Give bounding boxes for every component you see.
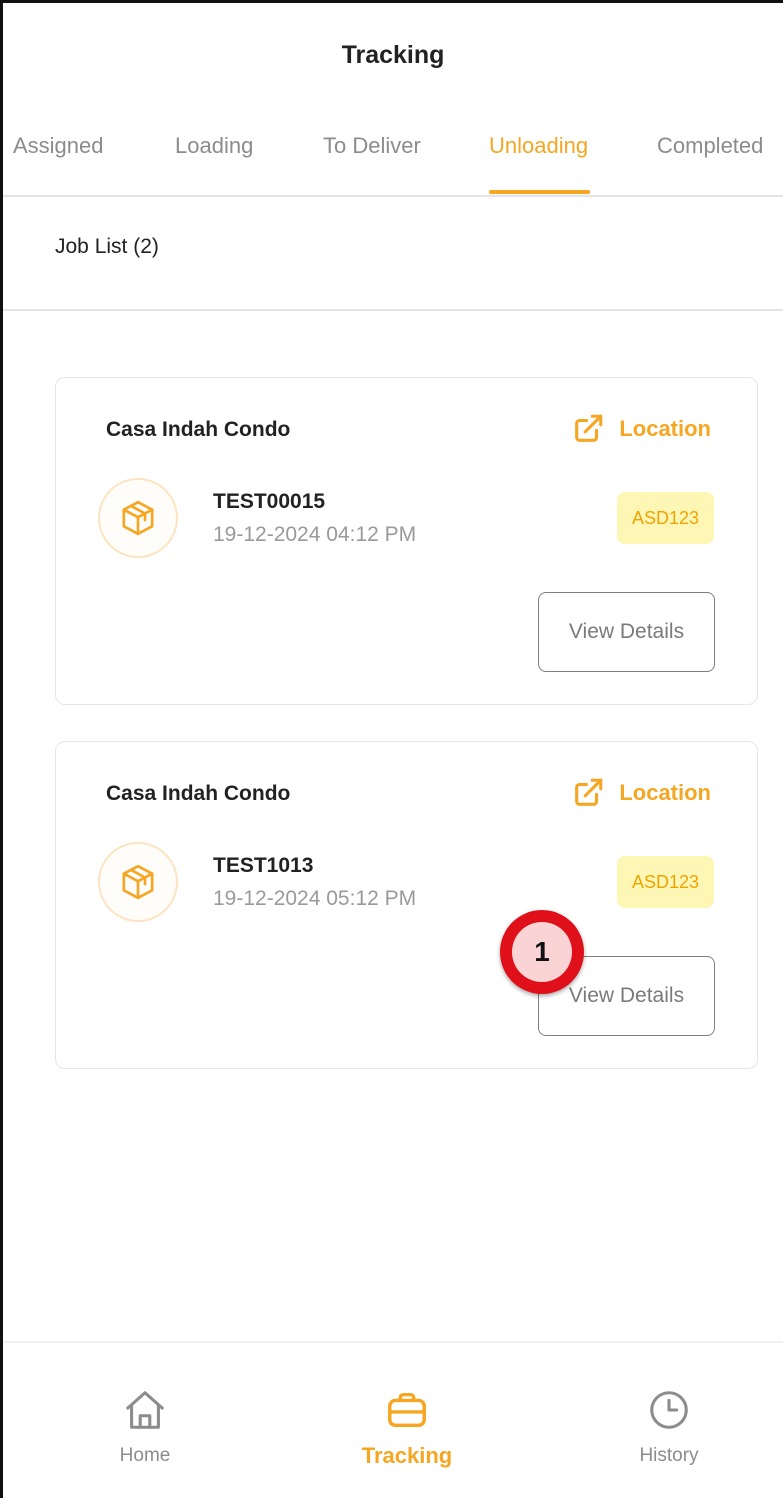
job-place-name: Casa Indah Condo (106, 418, 291, 441)
job-list-title: Job List (2) (55, 235, 159, 258)
job-place-name: Casa Indah Condo (106, 782, 291, 805)
tab-completed[interactable]: Completed (657, 133, 763, 159)
job-list-header: Job List (2) (3, 197, 783, 311)
tab-to-deliver[interactable]: To Deliver (323, 133, 421, 159)
step-callout: 1 (500, 910, 584, 994)
external-link-icon (575, 414, 603, 442)
nav-history[interactable]: History (599, 1387, 739, 1467)
view-details-button[interactable]: View Details (538, 592, 715, 672)
step-number: 1 (512, 922, 572, 982)
nav-label-history: History (639, 1445, 699, 1466)
nav-label-home: Home (119, 1445, 171, 1466)
nav-home[interactable]: Home (75, 1387, 215, 1467)
tab-assigned[interactable]: Assigned (13, 133, 104, 159)
vehicle-plate-badge: ASD123 (617, 856, 714, 908)
location-label: Location (619, 780, 711, 805)
location-link[interactable]: Location (571, 776, 711, 810)
briefcase-icon (388, 1392, 426, 1428)
package-icon (122, 500, 154, 536)
package-icon-badge (98, 478, 178, 558)
job-datetime: 19-12-2024 05:12 PM (213, 887, 417, 910)
job-card: Casa Indah Condo Location TEST1013 19-12… (55, 741, 758, 1069)
location-link[interactable]: Location (571, 412, 711, 446)
location-label: Location (619, 416, 711, 441)
external-link-icon (575, 778, 603, 806)
job-datetime: 19-12-2024 04:12 PM (213, 523, 417, 546)
job-code: TEST1013 (213, 854, 314, 877)
clock-icon (650, 1391, 688, 1429)
tab-loading[interactable]: Loading (175, 133, 253, 159)
app-header: Tracking (3, 3, 783, 108)
app-screen: Tracking Assigned Loading To Deliver Unl… (0, 0, 783, 1503)
nav-tracking[interactable]: Tracking (337, 1387, 477, 1469)
job-card: Casa Indah Condo Location TEST00015 19-1… (55, 377, 758, 705)
status-tabs: Assigned Loading To Deliver Unloading Co… (3, 115, 783, 197)
vehicle-plate-badge: ASD123 (617, 492, 714, 544)
package-icon-badge (98, 842, 178, 922)
bottom-nav: Home Tracking History (3, 1341, 783, 1503)
tab-unloading[interactable]: Unloading (489, 133, 588, 159)
package-icon (122, 864, 154, 900)
active-tab-indicator (489, 190, 590, 194)
home-icon (126, 1391, 164, 1429)
page-title: Tracking (341, 41, 445, 69)
nav-label-tracking: Tracking (361, 1443, 453, 1468)
job-code: TEST00015 (213, 490, 326, 513)
